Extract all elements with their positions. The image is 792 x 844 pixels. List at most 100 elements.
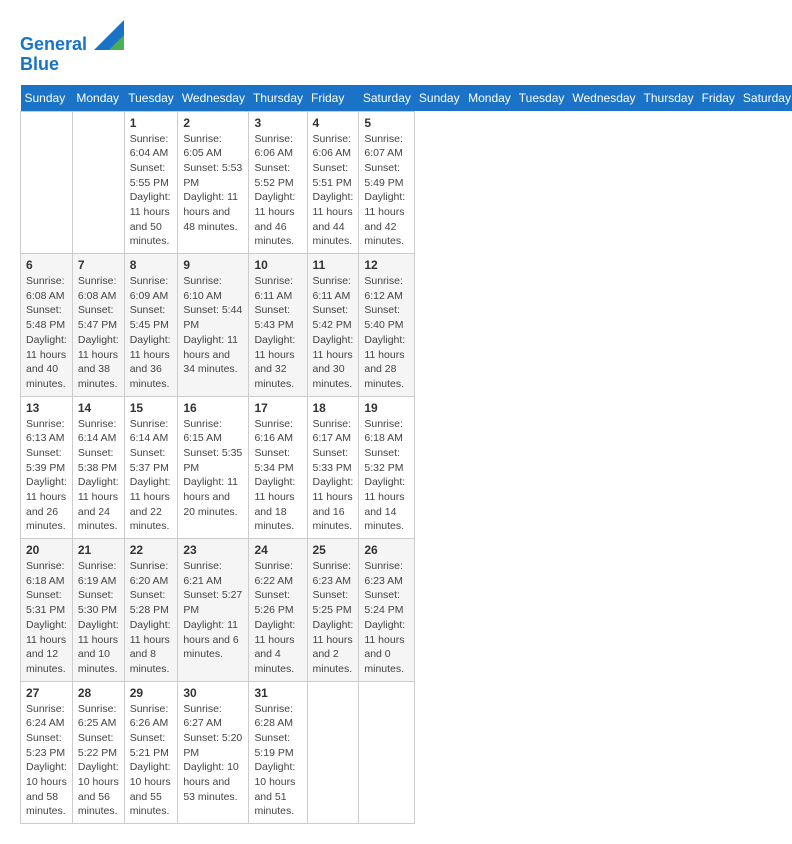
weekday-header-tuesday: Tuesday xyxy=(124,85,178,112)
calendar-cell: 21 Sunrise: 6:19 AM Sunset: 5:30 PM Dayli… xyxy=(72,539,124,682)
calendar-cell: 16Sunrise: 6:15 AM Sunset: 5:35 PM Dayli… xyxy=(178,396,249,539)
day-number: 25 xyxy=(313,543,354,557)
calendar-cell: 7Sunrise: 6:08 AM Sunset: 5:47 PM Daylig… xyxy=(72,254,124,397)
calendar-cell: 11 Sunrise: 6:11 AM Sunset: 5:42 PM Dayli… xyxy=(307,254,359,397)
day-number: 29 xyxy=(130,686,173,700)
calendar-cell xyxy=(359,681,415,824)
calendar-cell: 10Sunrise: 6:11 AM Sunset: 5:43 PM Dayli… xyxy=(249,254,307,397)
day-info: Sunrise: 6:18 AM Sunset: 5:31 PM Dayligh… xyxy=(26,559,67,677)
day-number: 15 xyxy=(130,401,173,415)
calendar-cell: 25 Sunrise: 6:23 AM Sunset: 5:25 PM Dayli… xyxy=(307,539,359,682)
day-number: 11 xyxy=(313,258,354,272)
day-number: 5 xyxy=(364,116,409,130)
day-info: Sunrise: 6:11 AM Sunset: 5:43 PM Dayligh… xyxy=(254,274,301,392)
weekday-header-saturday: Saturday xyxy=(359,85,415,112)
weekday-header: Monday xyxy=(464,85,515,112)
day-number: 30 xyxy=(183,686,243,700)
day-info: Sunrise: 6:16 AM Sunset: 5:34 PM Dayligh… xyxy=(254,417,301,535)
day-info: Sunrise: 6:18 AM Sunset: 5:32 PM Dayligh… xyxy=(364,417,409,535)
weekday-header: Tuesday xyxy=(515,85,569,112)
day-number: 24 xyxy=(254,543,301,557)
day-number: 13 xyxy=(26,401,67,415)
day-info: Sunrise: 6:07 AM Sunset: 5:49 PM Dayligh… xyxy=(364,132,409,250)
day-number: 18 xyxy=(313,401,354,415)
calendar-cell: 27Sunrise: 6:24 AM Sunset: 5:23 PM Dayli… xyxy=(21,681,73,824)
day-info: Sunrise: 6:26 AM Sunset: 5:21 PM Dayligh… xyxy=(130,702,173,820)
day-number: 9 xyxy=(183,258,243,272)
page-header: General Blue xyxy=(20,20,772,75)
day-number: 4 xyxy=(313,116,354,130)
calendar-cell xyxy=(307,681,359,824)
calendar-cell: 13 Sunrise: 6:13 AM Sunset: 5:39 PM Dayli… xyxy=(21,396,73,539)
weekday-header-friday: Friday xyxy=(307,85,359,112)
calendar-cell: 8Sunrise: 6:09 AM Sunset: 5:45 PM Daylig… xyxy=(124,254,178,397)
calendar-cell: 3Sunrise: 6:06 AM Sunset: 5:52 PM Daylig… xyxy=(249,111,307,254)
calendar-cell: 4 Sunrise: 6:06 AM Sunset: 5:51 PM Daylig… xyxy=(307,111,359,254)
calendar-cell: 28 Sunrise: 6:25 AM Sunset: 5:22 PM Dayli… xyxy=(72,681,124,824)
day-info: Sunrise: 6:23 AM Sunset: 5:25 PM Dayligh… xyxy=(313,559,354,677)
day-info: Sunrise: 6:10 AM Sunset: 5:44 PM Dayligh… xyxy=(183,274,243,377)
calendar-cell: 12Sunrise: 6:12 AM Sunset: 5:40 PM Dayli… xyxy=(359,254,415,397)
day-info: Sunrise: 6:17 AM Sunset: 5:33 PM Dayligh… xyxy=(313,417,354,535)
day-info: Sunrise: 6:14 AM Sunset: 5:38 PM Dayligh… xyxy=(78,417,119,535)
day-number: 17 xyxy=(254,401,301,415)
day-info: Sunrise: 6:28 AM Sunset: 5:19 PM Dayligh… xyxy=(254,702,301,820)
day-info: Sunrise: 6:11 AM Sunset: 5:42 PM Dayligh… xyxy=(313,274,354,392)
day-info: Sunrise: 6:04 AM Sunset: 5:55 PM Dayligh… xyxy=(130,132,173,250)
day-number: 8 xyxy=(130,258,173,272)
day-number: 21 xyxy=(78,543,119,557)
day-info: Sunrise: 6:23 AM Sunset: 5:24 PM Dayligh… xyxy=(364,559,409,677)
weekday-header-monday: Monday xyxy=(72,85,124,112)
calendar-week-row: 27Sunrise: 6:24 AM Sunset: 5:23 PM Dayli… xyxy=(21,681,792,824)
calendar-week-row: 13 Sunrise: 6:13 AM Sunset: 5:39 PM Dayli… xyxy=(21,396,792,539)
day-info: Sunrise: 6:08 AM Sunset: 5:47 PM Dayligh… xyxy=(78,274,119,392)
day-number: 26 xyxy=(364,543,409,557)
calendar-cell: 20Sunrise: 6:18 AM Sunset: 5:31 PM Dayli… xyxy=(21,539,73,682)
weekday-header: Wednesday xyxy=(568,85,639,112)
calendar-cell: 5 Sunrise: 6:07 AM Sunset: 5:49 PM Daylig… xyxy=(359,111,415,254)
weekday-header-thursday: Thursday xyxy=(249,85,307,112)
calendar-cell: 18 Sunrise: 6:17 AM Sunset: 5:33 PM Dayli… xyxy=(307,396,359,539)
day-number: 6 xyxy=(26,258,67,272)
calendar-week-row: 20Sunrise: 6:18 AM Sunset: 5:31 PM Dayli… xyxy=(21,539,792,682)
logo-blue: Blue xyxy=(20,55,124,75)
day-info: Sunrise: 6:20 AM Sunset: 5:28 PM Dayligh… xyxy=(130,559,173,677)
calendar-cell: 17 Sunrise: 6:16 AM Sunset: 5:34 PM Dayli… xyxy=(249,396,307,539)
calendar-cell xyxy=(72,111,124,254)
weekday-header-sunday: Sunday xyxy=(21,85,73,112)
day-info: Sunrise: 6:15 AM Sunset: 5:35 PM Dayligh… xyxy=(183,417,243,520)
day-info: Sunrise: 6:05 AM Sunset: 5:53 PM Dayligh… xyxy=(183,132,243,235)
day-info: Sunrise: 6:08 AM Sunset: 5:48 PM Dayligh… xyxy=(26,274,67,392)
calendar-cell: 6 Sunrise: 6:08 AM Sunset: 5:48 PM Daylig… xyxy=(21,254,73,397)
day-info: Sunrise: 6:27 AM Sunset: 5:20 PM Dayligh… xyxy=(183,702,243,805)
day-info: Sunrise: 6:19 AM Sunset: 5:30 PM Dayligh… xyxy=(78,559,119,677)
day-number: 1 xyxy=(130,116,173,130)
weekday-header: Thursday xyxy=(640,85,698,112)
weekday-header: Friday xyxy=(698,85,739,112)
calendar-table: SundayMondayTuesdayWednesdayThursdayFrid… xyxy=(20,85,792,825)
calendar-cell: 15 Sunrise: 6:14 AM Sunset: 5:37 PM Dayli… xyxy=(124,396,178,539)
weekday-header: Saturday xyxy=(739,85,792,112)
day-number: 28 xyxy=(78,686,119,700)
calendar-week-row: 6 Sunrise: 6:08 AM Sunset: 5:48 PM Daylig… xyxy=(21,254,792,397)
logo-icon xyxy=(94,20,124,50)
day-number: 19 xyxy=(364,401,409,415)
calendar-cell: 26 Sunrise: 6:23 AM Sunset: 5:24 PM Dayli… xyxy=(359,539,415,682)
day-number: 3 xyxy=(254,116,301,130)
day-number: 31 xyxy=(254,686,301,700)
day-info: Sunrise: 6:06 AM Sunset: 5:51 PM Dayligh… xyxy=(313,132,354,250)
calendar-cell: 29 Sunrise: 6:26 AM Sunset: 5:21 PM Dayli… xyxy=(124,681,178,824)
calendar-cell: 30 Sunrise: 6:27 AM Sunset: 5:20 PM Dayli… xyxy=(178,681,249,824)
calendar-cell: 24 Sunrise: 6:22 AM Sunset: 5:26 PM Dayli… xyxy=(249,539,307,682)
logo: General Blue xyxy=(20,20,124,75)
calendar-cell: 22 Sunrise: 6:20 AM Sunset: 5:28 PM Dayli… xyxy=(124,539,178,682)
day-info: Sunrise: 6:14 AM Sunset: 5:37 PM Dayligh… xyxy=(130,417,173,535)
day-number: 23 xyxy=(183,543,243,557)
calendar-week-row: 1 Sunrise: 6:04 AM Sunset: 5:55 PM Daylig… xyxy=(21,111,792,254)
day-info: Sunrise: 6:13 AM Sunset: 5:39 PM Dayligh… xyxy=(26,417,67,535)
day-info: Sunrise: 6:22 AM Sunset: 5:26 PM Dayligh… xyxy=(254,559,301,677)
calendar-cell: 14Sunrise: 6:14 AM Sunset: 5:38 PM Dayli… xyxy=(72,396,124,539)
day-info: Sunrise: 6:25 AM Sunset: 5:22 PM Dayligh… xyxy=(78,702,119,820)
day-number: 12 xyxy=(364,258,409,272)
day-number: 22 xyxy=(130,543,173,557)
